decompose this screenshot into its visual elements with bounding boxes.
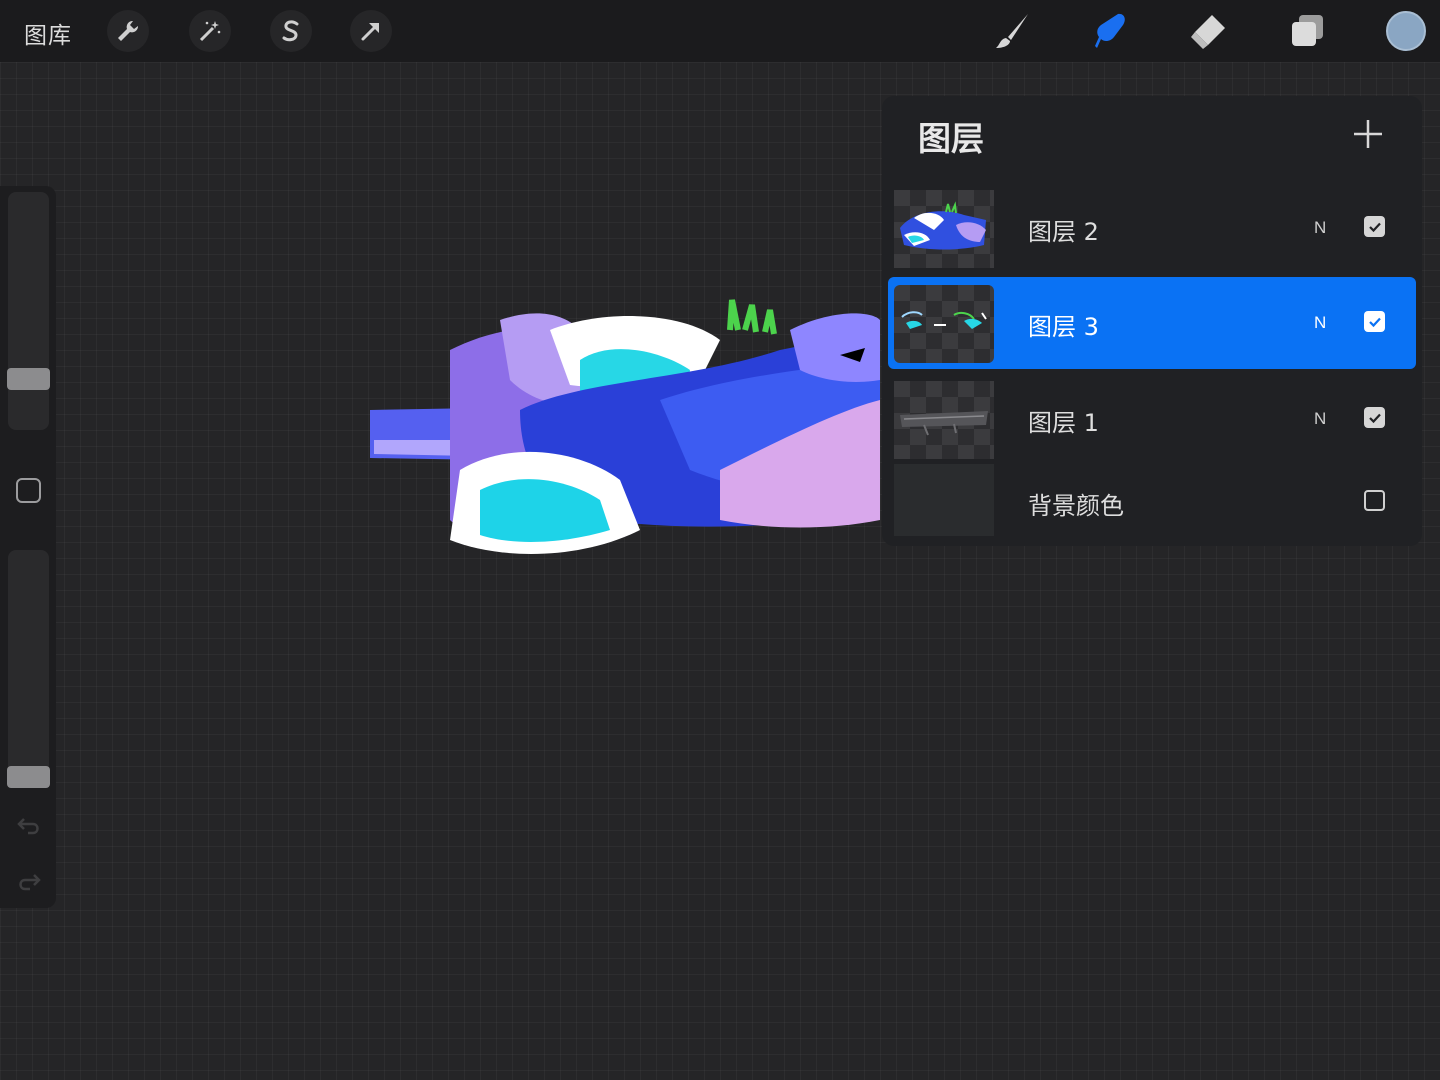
brush-size-slider[interactable] [8,192,49,430]
eraser-icon [1191,15,1225,49]
selection-button[interactable] [270,10,312,52]
layers-panel-title: 图层 [918,119,984,158]
checkmark-icon [1368,222,1381,232]
layer-thumbnail [894,190,994,268]
gallery-button[interactable]: 图库 [24,16,72,50]
layer-row-2[interactable]: 图层 2 N [888,182,1416,274]
opacity-slider[interactable] [8,550,49,788]
redo-button[interactable] [14,866,44,896]
transform-button[interactable] [350,10,392,52]
checkmark-icon [1368,413,1381,423]
blend-mode-button[interactable]: N [1314,409,1326,429]
layer-visibility-checkbox[interactable] [1364,216,1385,237]
layer-name: 图层 2 [1028,218,1099,246]
brush-size-handle[interactable] [7,368,50,390]
layer-name: 图层 1 [1028,409,1099,437]
selection-s-icon [282,20,299,42]
layer-thumbnail [894,285,994,363]
checkmark-icon [1368,317,1381,327]
artwork [370,299,880,554]
blend-mode-button[interactable]: N [1314,218,1326,238]
layer-visibility-checkbox[interactable] [1364,490,1385,511]
adjustments-button[interactable] [189,10,231,52]
modify-button[interactable] [16,478,41,503]
top-toolbar: 图库 [0,0,1440,62]
blend-mode-button[interactable]: N [1314,313,1326,333]
layers-icon [1292,15,1323,46]
layers-tool-button[interactable] [1284,8,1330,54]
left-sidebar [0,186,56,908]
layer-thumbnail-art [901,311,987,329]
eraser-tool-button[interactable] [1185,8,1231,54]
opacity-handle[interactable] [7,766,50,788]
layer-row-background[interactable]: 背景颜色 [888,458,1416,542]
actions-button[interactable] [107,10,149,52]
layer-visibility-checkbox[interactable] [1364,311,1385,332]
undo-icon [17,818,39,835]
layer-visibility-checkbox[interactable] [1364,407,1385,428]
background-color-thumbnail [894,464,994,536]
layer-thumbnail-art [900,201,986,250]
undo-button[interactable] [14,810,44,840]
plus-icon[interactable] [1348,114,1388,154]
layer-name: 背景颜色 [1028,492,1124,520]
layer-thumbnail-art [900,411,988,436]
layers-panel: 图层 图层 2 N 图层 3 N 图层 1 N 背景颜色 [882,96,1422,546]
redo-icon [19,874,41,891]
layer-row-3[interactable]: 图层 3 N [888,277,1416,369]
layer-row-1[interactable]: 图层 1 N [888,373,1416,465]
layer-thumbnail [894,381,994,459]
layer-name: 图层 3 [1028,313,1099,341]
transform-arrow-icon [361,23,379,41]
magic-wand-icon [199,21,221,42]
brush-icon [996,14,1028,48]
wrench-icon [118,20,139,41]
smudge-icon [1095,13,1125,48]
brush-tool-button[interactable] [989,8,1035,54]
smudge-tool-button[interactable] [1087,8,1133,54]
color-swatch-button[interactable] [1386,11,1426,51]
